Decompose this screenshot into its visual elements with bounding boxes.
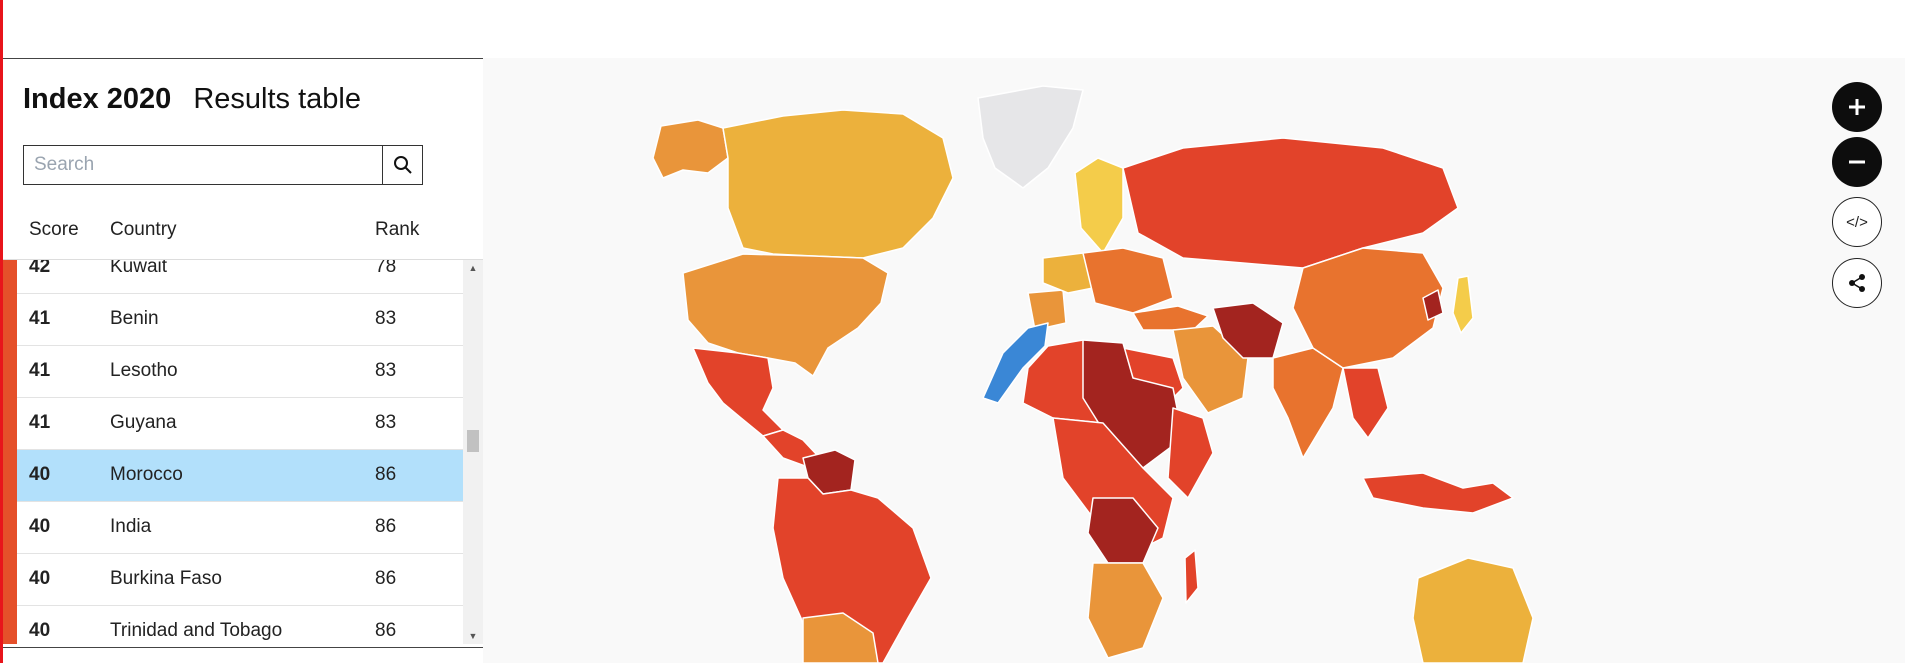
map-country-greenland — [977, 85, 1084, 189]
list-scrollbar[interactable]: ▲ ▼ — [463, 260, 483, 644]
row-country: India — [110, 516, 152, 537]
rank-header[interactable]: Rank — [375, 219, 419, 241]
row-country: Kuwait — [110, 259, 168, 277]
embed-code-icon: </> — [1846, 213, 1868, 231]
results-rows: 42 Kuwait 78 41 Benin 83 41 Lesotho 83 4… — [17, 259, 463, 644]
row-rank: 83 — [375, 360, 397, 381]
table-row[interactable]: 42 Kuwait 78 — [17, 259, 463, 294]
panel-title: Index 2020 Results table — [23, 83, 361, 116]
world-map[interactable] — [483, 58, 1905, 663]
country-header[interactable]: Country — [110, 219, 177, 241]
table-row-selected[interactable]: 40 Morocco 86 — [17, 450, 463, 502]
map-country-canada — [722, 109, 954, 259]
map-country-turkey — [1132, 305, 1209, 331]
search-button[interactable] — [382, 146, 422, 184]
row-country: Burkina Faso — [110, 568, 222, 589]
row-country: Morocco — [110, 464, 183, 485]
share-icon — [1849, 274, 1865, 292]
map-country-indonesia — [1362, 472, 1514, 514]
results-panel: Index 2020 Results table Score Country Ra… — [3, 58, 483, 664]
score-header[interactable]: Score — [29, 219, 79, 241]
map-country-australia — [1412, 557, 1534, 663]
row-country: Lesotho — [110, 360, 178, 381]
row-score: 42 — [29, 259, 51, 277]
row-rank: 86 — [375, 464, 397, 485]
row-country: Benin — [110, 308, 159, 329]
map-country-russia — [1122, 137, 1459, 269]
row-score: 41 — [29, 308, 51, 329]
minus-icon — [1849, 160, 1865, 164]
score-color-strip — [3, 260, 17, 644]
top-strip — [0, 0, 1905, 58]
table-row[interactable]: 41 Lesotho 83 — [17, 346, 463, 398]
search-box — [23, 145, 423, 185]
scroll-up-arrow-icon[interactable]: ▲ — [463, 260, 483, 276]
row-country: Guyana — [110, 412, 177, 433]
row-score: 40 — [29, 464, 51, 485]
map-country-alaska — [652, 119, 729, 179]
scroll-down-arrow-icon[interactable]: ▼ — [463, 628, 483, 644]
row-rank: 86 — [375, 620, 397, 641]
table-row[interactable]: 40 India 86 — [17, 502, 463, 554]
row-score: 40 — [29, 620, 51, 641]
row-rank: 83 — [375, 412, 397, 433]
map-country-japan — [1452, 275, 1474, 334]
panel-bottom-border — [3, 647, 483, 648]
table-row[interactable]: 40 Burkina Faso 86 — [17, 554, 463, 606]
plus-icon — [1849, 99, 1865, 115]
map-country-nordics — [1074, 157, 1124, 254]
table-row[interactable]: 41 Benin 83 — [17, 294, 463, 346]
map-country-east-africa — [1167, 407, 1214, 499]
row-rank: 83 — [375, 308, 397, 329]
row-score: 41 — [29, 360, 51, 381]
table-header: Score Country Rank — [3, 219, 463, 249]
index-tab[interactable]: Index 2020 — [23, 83, 171, 115]
row-country: Trinidad and Tobago — [110, 620, 283, 641]
map-country-china — [1292, 247, 1444, 369]
embed-button[interactable]: </> — [1832, 197, 1882, 247]
share-button[interactable] — [1832, 258, 1882, 308]
row-score: 40 — [29, 568, 51, 589]
row-rank: 78 — [375, 259, 397, 277]
table-row[interactable]: 40 Trinidad and Tobago 86 — [17, 606, 463, 644]
row-rank: 86 — [375, 516, 397, 537]
row-rank: 86 — [375, 568, 397, 589]
table-row[interactable]: 41 Guyana 83 — [17, 398, 463, 450]
zoom-in-button[interactable] — [1832, 82, 1882, 132]
map-country-mexico — [692, 347, 784, 437]
map-country-se-asia — [1342, 367, 1389, 439]
zoom-out-button[interactable] — [1832, 137, 1882, 187]
results-list[interactable]: 42 Kuwait 78 41 Benin 83 41 Lesotho 83 4… — [3, 259, 483, 644]
map-country-central-europe — [1082, 247, 1174, 314]
scrollbar-thumb[interactable] — [467, 430, 479, 452]
row-score: 40 — [29, 516, 51, 537]
world-map-svg — [652, 85, 1534, 663]
row-score: 41 — [29, 412, 51, 433]
map-country-southern-africa — [1087, 562, 1164, 659]
map-country-madagascar — [1184, 549, 1199, 604]
map-country-india — [1272, 347, 1344, 459]
results-table-tab[interactable]: Results table — [193, 83, 361, 115]
search-input[interactable] — [24, 146, 382, 184]
search-icon — [393, 156, 412, 174]
